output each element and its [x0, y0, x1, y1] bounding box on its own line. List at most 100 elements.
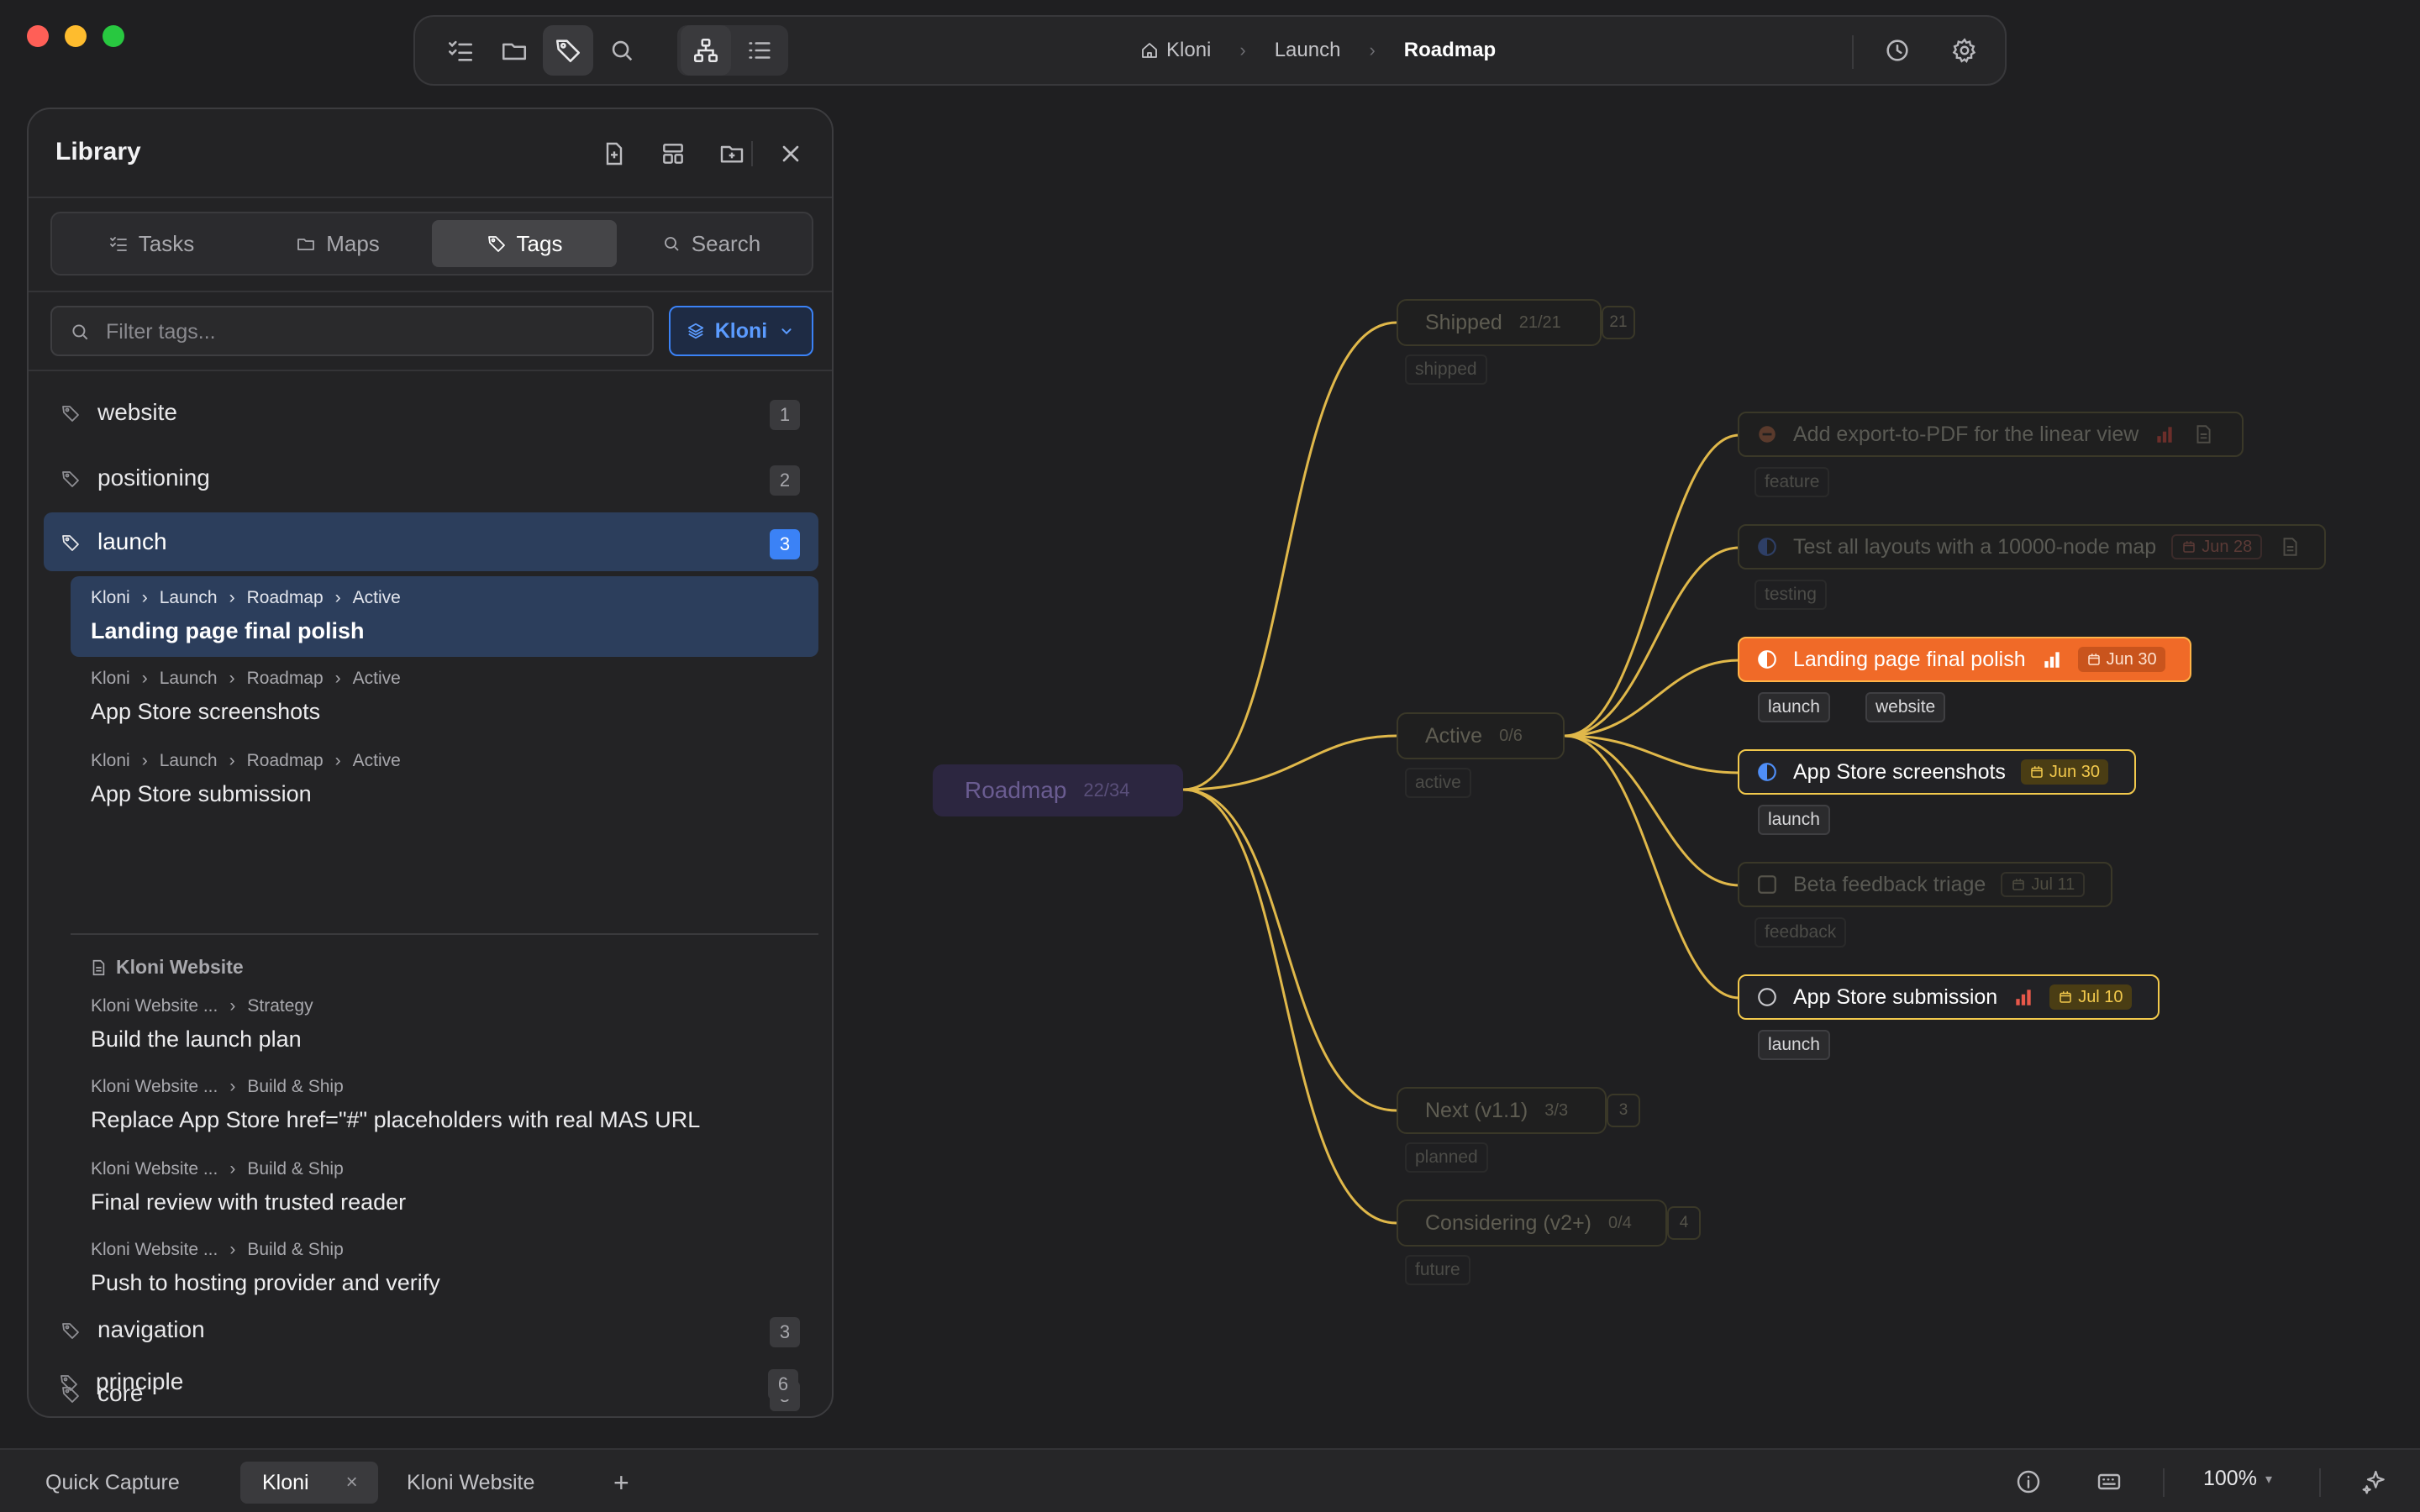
tag-result-item[interactable]: Kloni Website ... › Strategy Build the la…: [71, 984, 818, 1065]
tag-icon: [62, 471, 79, 487]
breadcrumb-home[interactable]: Kloni: [1139, 39, 1211, 62]
zoom-level: 100%: [2203, 1467, 2257, 1490]
close-icon[interactable]: [773, 136, 808, 171]
tag-result-item[interactable]: Kloni Website ... › Build & Ship Final re…: [71, 1147, 818, 1228]
minimize-window-button[interactable]: [65, 25, 87, 47]
chevron-right-icon: ›: [229, 1077, 236, 1096]
search-icon[interactable]: [597, 25, 647, 76]
template-icon[interactable]: [655, 136, 691, 171]
node-label: Shipped: [1425, 310, 1502, 334]
map-task-app-store-screenshots[interactable]: App Store screenshots Jun 30: [1738, 749, 2136, 795]
tag-row-positioning[interactable]: positioning 2: [44, 449, 818, 507]
tab-tasks[interactable]: Tasks: [59, 220, 244, 267]
tag-result-item[interactable]: Kloni › Launch › Roadmap › Active Landing p…: [71, 576, 818, 657]
close-window-button[interactable]: [27, 25, 49, 47]
tag-row-launch[interactable]: launch 3: [44, 512, 818, 571]
tag-result-item[interactable]: Kloni › Launch › Roadmap › Active App Store…: [71, 657, 818, 738]
tag-row-principle[interactable]: principle 6: [42, 1352, 817, 1411]
breadcrumb-launch[interactable]: Launch: [1275, 39, 1341, 62]
map-task-app-store-submission[interactable]: App Store submission Jul 10: [1738, 974, 2160, 1020]
status-in-progress-icon: [1758, 650, 1776, 669]
path-segment: Kloni: [91, 669, 130, 688]
breadcrumb: Kloni › Launch › Roadmap: [1139, 17, 1496, 84]
zoom-window-button[interactable]: [103, 25, 124, 47]
scope-label: Kloni: [714, 318, 768, 343]
map-task-beta-feedback[interactable]: Beta feedback triage Jul 11: [1738, 862, 2112, 907]
close-tab-icon[interactable]: ×: [346, 1471, 358, 1494]
map-task-test-layouts[interactable]: Test all layouts with a 10000-node map J…: [1738, 524, 2326, 570]
calendar-icon: [2087, 654, 2100, 665]
library-tabs: Tasks Maps Tags Search: [50, 212, 813, 276]
mindmap-view-icon[interactable]: [681, 25, 731, 76]
task-label: Landing page final polish: [1793, 647, 2026, 671]
node-label: Considering (v2+): [1425, 1210, 1592, 1235]
path-segment: Active: [352, 751, 401, 770]
tab-quick-capture[interactable]: Quick Capture: [25, 1462, 200, 1504]
tag-icon: [487, 236, 505, 252]
collapsed-count-badge[interactable]: 4: [1667, 1206, 1701, 1240]
zoom-dropdown[interactable]: 100% ▾: [2203, 1467, 2272, 1491]
tag-chip[interactable]: website: [1865, 692, 1946, 722]
breadcrumb-item: Kloni: [1166, 39, 1212, 61]
tab-kloni[interactable]: Kloni ×: [240, 1462, 378, 1504]
map-root-node[interactable]: Roadmap 22/34: [933, 764, 1183, 816]
tab-search[interactable]: Search: [618, 220, 803, 267]
tab-maps[interactable]: Maps: [245, 220, 430, 267]
checkbox-icon[interactable]: [1756, 874, 1778, 895]
breadcrumb-item: Roadmap: [1403, 39, 1497, 61]
node-progress: 21/21: [1518, 312, 1561, 332]
info-icon[interactable]: [2013, 1467, 2044, 1497]
tag-chip[interactable]: launch: [1758, 1030, 1830, 1060]
node-progress: 3/3: [1544, 1100, 1569, 1120]
tag-chip: future: [1405, 1255, 1470, 1285]
breadcrumb-item: Launch: [1274, 39, 1341, 61]
tag-result-item[interactable]: Kloni Website ... › Build & Ship Replace …: [71, 1065, 818, 1146]
list-view-icon[interactable]: [734, 25, 785, 76]
chevron-right-icon: ›: [334, 751, 341, 770]
chevron-right-icon: ›: [229, 1159, 236, 1179]
breadcrumb-current: Roadmap: [1404, 39, 1496, 62]
history-icon[interactable]: [1872, 25, 1923, 76]
tag-icon[interactable]: [543, 25, 593, 76]
sparkle-icon[interactable]: [2360, 1467, 2390, 1497]
chevron-right-icon: ›: [229, 588, 235, 607]
path-segment: Kloni Website ...: [91, 996, 218, 1016]
priority-medium-icon: [2044, 652, 2060, 668]
calendar-icon: [2183, 541, 2195, 553]
collapsed-count-badge[interactable]: 21: [1602, 306, 1635, 339]
tag-count-badge: 2: [770, 465, 800, 496]
due-date-badge: Jun 30: [2020, 759, 2108, 785]
map-node-considering[interactable]: Considering (v2+) 0/4: [1397, 1200, 1667, 1247]
tag-row-website[interactable]: website 1: [44, 383, 818, 442]
library-header: Library: [29, 109, 832, 198]
tag-chip[interactable]: launch: [1758, 805, 1830, 835]
tag-chip[interactable]: launch: [1758, 692, 1830, 722]
collapsed-count-badge[interactable]: 3: [1607, 1094, 1640, 1127]
task-label: Add export-to-PDF for the linear view: [1793, 422, 2139, 446]
map-node-active[interactable]: Active 0/6: [1397, 712, 1565, 759]
map-node-shipped[interactable]: Shipped 21/21: [1397, 299, 1602, 346]
tag-row-navigation[interactable]: navigation 3: [44, 1300, 818, 1359]
task-label: App Store screenshots: [1793, 759, 2006, 784]
result-path: Kloni › Launch › Roadmap › Active: [91, 669, 401, 689]
chevron-right-icon: ›: [334, 588, 341, 607]
home-icon: [1142, 43, 1157, 58]
maps-folder-icon[interactable]: [489, 25, 539, 76]
map-task-landing-page[interactable]: Landing page final polish Jun 30: [1738, 637, 2191, 682]
result-path: Kloni Website ... › Strategy: [91, 996, 313, 1016]
scope-dropdown[interactable]: Kloni: [669, 306, 813, 356]
add-tab-button[interactable]: +: [605, 1462, 638, 1504]
tag-result-item[interactable]: Kloni › Launch › Roadmap › Active App Store…: [71, 739, 818, 820]
new-document-icon[interactable]: [597, 136, 632, 171]
keyboard-icon[interactable]: [2094, 1467, 2124, 1497]
tab-kloni-website[interactable]: Kloni Website: [387, 1462, 555, 1504]
map-node-next[interactable]: Next (v1.1) 3/3: [1397, 1087, 1607, 1134]
tab-label: Kloni Website: [407, 1470, 535, 1494]
tag-filter-input[interactable]: [104, 316, 608, 348]
tab-tags[interactable]: Tags: [432, 220, 617, 267]
tasks-icon[interactable]: [435, 25, 486, 76]
gear-icon[interactable]: [1939, 25, 1990, 76]
map-task-export-pdf[interactable]: Add export-to-PDF for the linear view: [1738, 412, 2244, 457]
new-folder-icon[interactable]: [714, 136, 750, 171]
result-path: Kloni Website ... › Build & Ship: [91, 1077, 344, 1097]
